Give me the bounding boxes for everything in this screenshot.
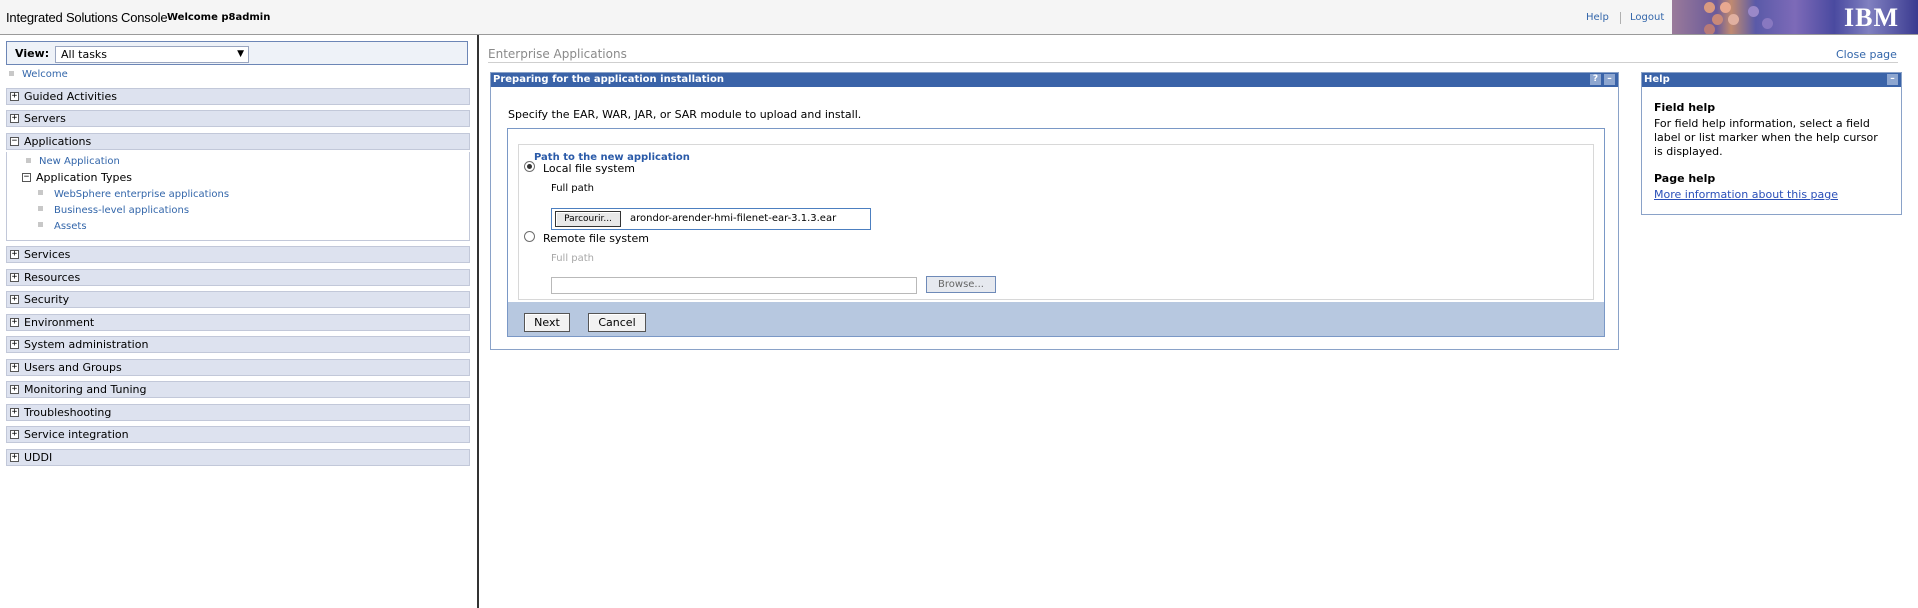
expand-icon: +: [10, 294, 19, 304]
nav-link-websphere-enterprise-applications[interactable]: WebSphere enterprise applications: [54, 189, 229, 200]
collapse-icon[interactable]: −: [22, 173, 31, 182]
welcome-user: Welcome p8admin: [167, 12, 271, 23]
view-select[interactable]: All tasks ▼: [55, 46, 249, 63]
nav-link-new-application[interactable]: New Application: [39, 156, 120, 167]
nav-link-welcome[interactable]: Welcome: [22, 69, 68, 80]
instruction-text: Specify the EAR, WAR, JAR, or SAR module…: [508, 108, 862, 121]
path-fieldset: Path to the new application Local file s…: [518, 144, 1594, 300]
expand-icon: +: [10, 362, 19, 372]
view-select-value: All tasks: [61, 48, 108, 61]
nav-item-system-administration[interactable]: + System administration: [6, 336, 470, 353]
remote-path-input[interactable]: [551, 277, 917, 294]
local-file-system-label: Local file system: [543, 162, 636, 175]
minimize-icon[interactable]: –: [1604, 74, 1615, 85]
nav-item-label: Guided Activities: [24, 90, 117, 103]
nav-item-label: Resources: [24, 271, 81, 284]
expand-icon: +: [10, 317, 19, 327]
view-label: View:: [15, 47, 50, 60]
nav-item-uddi[interactable]: + UDDI: [6, 449, 470, 466]
expand-icon: +: [10, 91, 19, 101]
field-help-text: For field help information, select a fie…: [1654, 117, 1878, 158]
nav-item-label: Applications: [24, 135, 92, 148]
install-portlet: Preparing for the application installati…: [490, 72, 1619, 350]
local-file-input[interactable]: Parcourir... arondor-arender-hmi-filenet…: [551, 208, 871, 230]
bullet-icon: [26, 158, 31, 163]
local-file-value: arondor-arender-hmi-filenet-ear-3.1.3.ea…: [630, 213, 837, 224]
help-link[interactable]: Help: [1586, 12, 1609, 23]
nav-item-applications[interactable]: − Applications: [6, 133, 470, 150]
remote-file-system-radio[interactable]: [524, 231, 535, 242]
nav-item-label: System administration: [24, 338, 149, 351]
nav-item-label: Users and Groups: [24, 361, 122, 374]
breadcrumb-divider: [488, 62, 1898, 63]
logout-link[interactable]: Logout: [1630, 12, 1664, 23]
expand-icon: +: [10, 272, 19, 282]
nav-item-label: Servers: [24, 112, 66, 125]
page-help-title: Page help: [1654, 172, 1716, 185]
next-button[interactable]: Next: [524, 313, 570, 332]
nav-item-users-and-groups[interactable]: + Users and Groups: [6, 359, 470, 376]
bullet-icon: [38, 222, 43, 227]
breadcrumb: Enterprise Applications: [488, 47, 627, 61]
help-title: Help: [1644, 74, 1670, 85]
portlet-title-bar: Preparing for the application installati…: [491, 73, 1618, 87]
help-title-bar: Help –: [1642, 73, 1901, 87]
application-types-label: Application Types: [36, 171, 132, 184]
nav-item-guided-activities[interactable]: + Guided Activities: [6, 88, 470, 105]
nav-item-troubleshooting[interactable]: + Troubleshooting: [6, 404, 470, 421]
collapse-icon: −: [10, 136, 19, 146]
more-information-link[interactable]: More information about this page: [1654, 188, 1838, 201]
field-help-title: Field help: [1654, 101, 1716, 114]
help-icon[interactable]: ?: [1590, 74, 1601, 85]
nav-item-label: Monitoring and Tuning: [24, 383, 147, 396]
nav-item-resources[interactable]: + Resources: [6, 269, 470, 286]
close-page-link[interactable]: Close page: [1836, 48, 1897, 61]
portlet-title: Preparing for the application installati…: [493, 74, 724, 85]
nav-item-environment[interactable]: + Environment: [6, 314, 470, 331]
bullet-icon: [38, 190, 43, 195]
bullet-icon: [9, 71, 14, 76]
expand-icon: +: [10, 339, 19, 349]
install-form: Path to the new application Local file s…: [507, 128, 1605, 337]
nav-item-security[interactable]: + Security: [6, 291, 470, 308]
button-bar: Next Cancel: [508, 302, 1604, 336]
cancel-button[interactable]: Cancel: [588, 313, 646, 332]
app-title: Integrated Solutions Console: [6, 10, 168, 25]
nav-item-services[interactable]: + Services: [6, 246, 470, 263]
expand-icon: +: [10, 429, 19, 439]
expand-icon: +: [10, 407, 19, 417]
header-bar: Integrated Solutions Console Welcome p8a…: [0, 0, 1918, 35]
nav-item-label: Troubleshooting: [24, 406, 112, 419]
local-file-system-radio[interactable]: [524, 161, 535, 172]
help-portlet: Help – Field help For field help informa…: [1641, 72, 1902, 215]
nav-item-service-integration[interactable]: + Service integration: [6, 426, 470, 443]
nav-link-assets[interactable]: Assets: [54, 221, 87, 232]
parcourir-button[interactable]: Parcourir...: [555, 211, 621, 227]
chevron-down-icon: ▼: [237, 49, 244, 59]
browse-button[interactable]: Browse...: [926, 276, 996, 293]
remote-full-path-label: Full path: [551, 253, 595, 264]
pane-divider[interactable]: [477, 35, 479, 608]
remote-file-system-label: Remote file system: [543, 232, 649, 245]
nav-item-label: Security: [24, 293, 70, 306]
nav-link-business-level-applications[interactable]: Business-level applications: [54, 205, 189, 216]
header-separator: [1620, 12, 1621, 24]
nav-item-label: UDDI: [24, 451, 53, 464]
nav-item-label: Services: [24, 248, 71, 261]
local-full-path-label: Full path: [551, 183, 595, 194]
ibm-logo: IBM: [1844, 3, 1899, 32]
expand-icon: +: [10, 452, 19, 462]
nav-item-label: Service integration: [24, 428, 129, 441]
expand-icon: +: [10, 249, 19, 259]
expand-icon: +: [10, 113, 19, 123]
nav-item-label: Environment: [24, 316, 95, 329]
bullet-icon: [38, 206, 43, 211]
nav-item-monitoring-and-tuning[interactable]: + Monitoring and Tuning: [6, 381, 470, 398]
expand-icon: +: [10, 384, 19, 394]
view-filter: View: All tasks ▼: [6, 41, 468, 65]
minimize-icon[interactable]: –: [1887, 74, 1898, 85]
nav-item-servers[interactable]: + Servers: [6, 110, 470, 127]
